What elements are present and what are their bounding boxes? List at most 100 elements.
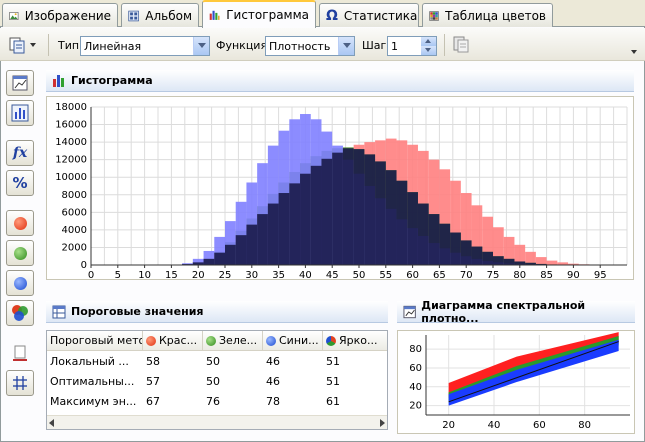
histogram-bar — [439, 223, 451, 265]
x-tick-label: 80 — [578, 420, 591, 431]
column-header-method[interactable]: Пороговый метод — [47, 330, 143, 351]
red-channel-button[interactable] — [6, 210, 34, 236]
histogram-bar — [300, 173, 311, 265]
view-image-button[interactable] — [6, 70, 34, 96]
column-header-brightness[interactable]: Ярко... — [323, 331, 387, 351]
histogram-panel-header: Гистограмма — [46, 70, 634, 92]
y-tick-label: 2000 — [62, 242, 87, 253]
histogram-icon — [209, 10, 220, 20]
y-tick-label: 60 — [409, 363, 422, 374]
function-button[interactable]: fx — [6, 140, 34, 166]
x-tick-label: 10 — [138, 270, 151, 279]
green-circle-icon — [13, 246, 27, 260]
view-histogram-button[interactable] — [6, 100, 34, 126]
histogram-bar — [235, 235, 247, 265]
x-tick-label: 30 — [245, 270, 258, 279]
table-row[interactable]: Оптимальны... 57 50 46 51 — [47, 372, 387, 392]
export-button[interactable] — [451, 34, 473, 56]
histogram-bar — [428, 214, 440, 265]
red-circle-icon — [13, 216, 27, 230]
histogram-plot: 0 5 10 15 20 25 30 35 40 45 50 55 60 65 70 75 80 85 90 95 0 2… — [46, 96, 634, 281]
table-icon — [52, 305, 66, 318]
function-combo[interactable]: Плотность — [265, 36, 355, 56]
x-tick-label: 75 — [487, 270, 500, 279]
clear-button[interactable] — [6, 340, 34, 366]
spin-up-icon[interactable] — [421, 37, 436, 46]
red-circle-icon — [146, 335, 156, 346]
x-tick-label: 60 — [533, 420, 546, 431]
tab-album[interactable]: Альбом — [121, 3, 199, 27]
x-tick-label: 50 — [353, 270, 366, 279]
toolbar-separator — [444, 34, 445, 56]
column-header-green[interactable]: Зеле... — [203, 330, 263, 351]
tab-histogram[interactable]: Гистограмма — [202, 0, 316, 28]
tab-bar: Изображение Альбом Гистограмма Ω Статист… — [0, 0, 645, 28]
x-tick-label: 20 — [442, 420, 455, 431]
y-tick-label: 16000 — [55, 120, 87, 131]
spectral-chart: 20 40 60 80 20 40 60 80 — [409, 332, 630, 431]
histogram-bar — [450, 232, 461, 265]
brightness-channel-button[interactable] — [6, 300, 34, 326]
tab-statistics[interactable]: Ω Статистика — [319, 3, 419, 27]
histogram-bar — [332, 152, 343, 265]
step-spinner[interactable]: 1 — [387, 36, 437, 56]
omega-icon: Ω — [326, 7, 338, 24]
histogram-bar — [310, 165, 322, 265]
histogram-bar — [342, 148, 354, 265]
percent-button[interactable]: % — [6, 170, 34, 196]
scroll-right-icon[interactable] — [380, 419, 385, 427]
table-header-row: Пороговый метод Крас... Зеле... Сини... … — [47, 330, 387, 351]
histogram-bar — [214, 252, 225, 265]
histogram-panel-title: Гистограмма — [71, 74, 153, 87]
y-tick-label: 18000 — [55, 102, 87, 113]
column-header-red[interactable]: Крас... — [143, 330, 203, 351]
trend-line — [448, 341, 619, 403]
y-tick-label: 20 — [409, 401, 422, 412]
spin-down-icon[interactable] — [421, 46, 436, 55]
histogram-bar — [257, 214, 268, 265]
histogram-bar — [364, 154, 376, 265]
percent-icon: % — [12, 174, 28, 192]
bar-chart-icon — [11, 104, 29, 122]
tab-image[interactable]: Изображение — [2, 3, 118, 27]
type-combo[interactable]: Линейная — [80, 36, 210, 56]
grid-icon — [13, 376, 27, 390]
histogram-bar — [385, 170, 397, 265]
chart-window-icon — [403, 305, 416, 318]
color-table-icon — [429, 10, 439, 21]
grid-button[interactable] — [6, 370, 34, 396]
tab-color-table[interactable]: Таблица цветов — [422, 3, 553, 27]
function-label: Функция — [216, 39, 268, 52]
spectral-plot: 20 40 60 80 20 40 60 80 — [397, 330, 635, 434]
histogram-bar — [246, 224, 258, 265]
horizontal-scrollbar[interactable] — [47, 415, 387, 429]
table-row[interactable]: Локальный ... 58 50 46 51 — [47, 352, 387, 372]
chevron-down-icon[interactable] — [30, 43, 36, 47]
histogram-bar — [417, 203, 429, 265]
scroll-left-icon[interactable] — [49, 419, 54, 427]
column-header-blue[interactable]: Сини... — [263, 330, 323, 351]
chevron-down-icon[interactable] — [193, 37, 209, 55]
x-tick-label: 20 — [192, 270, 205, 279]
blue-channel-button[interactable] — [6, 270, 34, 296]
toolbar-separator — [48, 34, 49, 56]
blue-circle-icon — [13, 276, 27, 290]
fx-icon: fx — [12, 145, 28, 161]
histogram-bar — [535, 257, 547, 265]
histogram-bar — [321, 158, 333, 265]
y-tick-label: 14000 — [55, 137, 87, 148]
x-tick-label: 80 — [513, 270, 526, 279]
toolbar-overflow-icon[interactable] — [631, 50, 637, 54]
table-row[interactable]: Максимум эн... 67 76 78 61 — [47, 392, 387, 412]
x-tick-label: 40 — [488, 420, 501, 431]
chevron-down-icon[interactable] — [338, 37, 354, 55]
green-channel-button[interactable] — [6, 240, 34, 266]
x-tick-label: 95 — [594, 270, 607, 279]
x-tick-label: 45 — [326, 270, 339, 279]
x-tick-label: 35 — [272, 270, 285, 279]
histogram-bar — [460, 240, 472, 265]
x-tick-label: 40 — [299, 270, 312, 279]
copy-button[interactable] — [8, 34, 42, 56]
histogram-bar — [514, 261, 526, 265]
histogram-icon — [53, 74, 64, 87]
